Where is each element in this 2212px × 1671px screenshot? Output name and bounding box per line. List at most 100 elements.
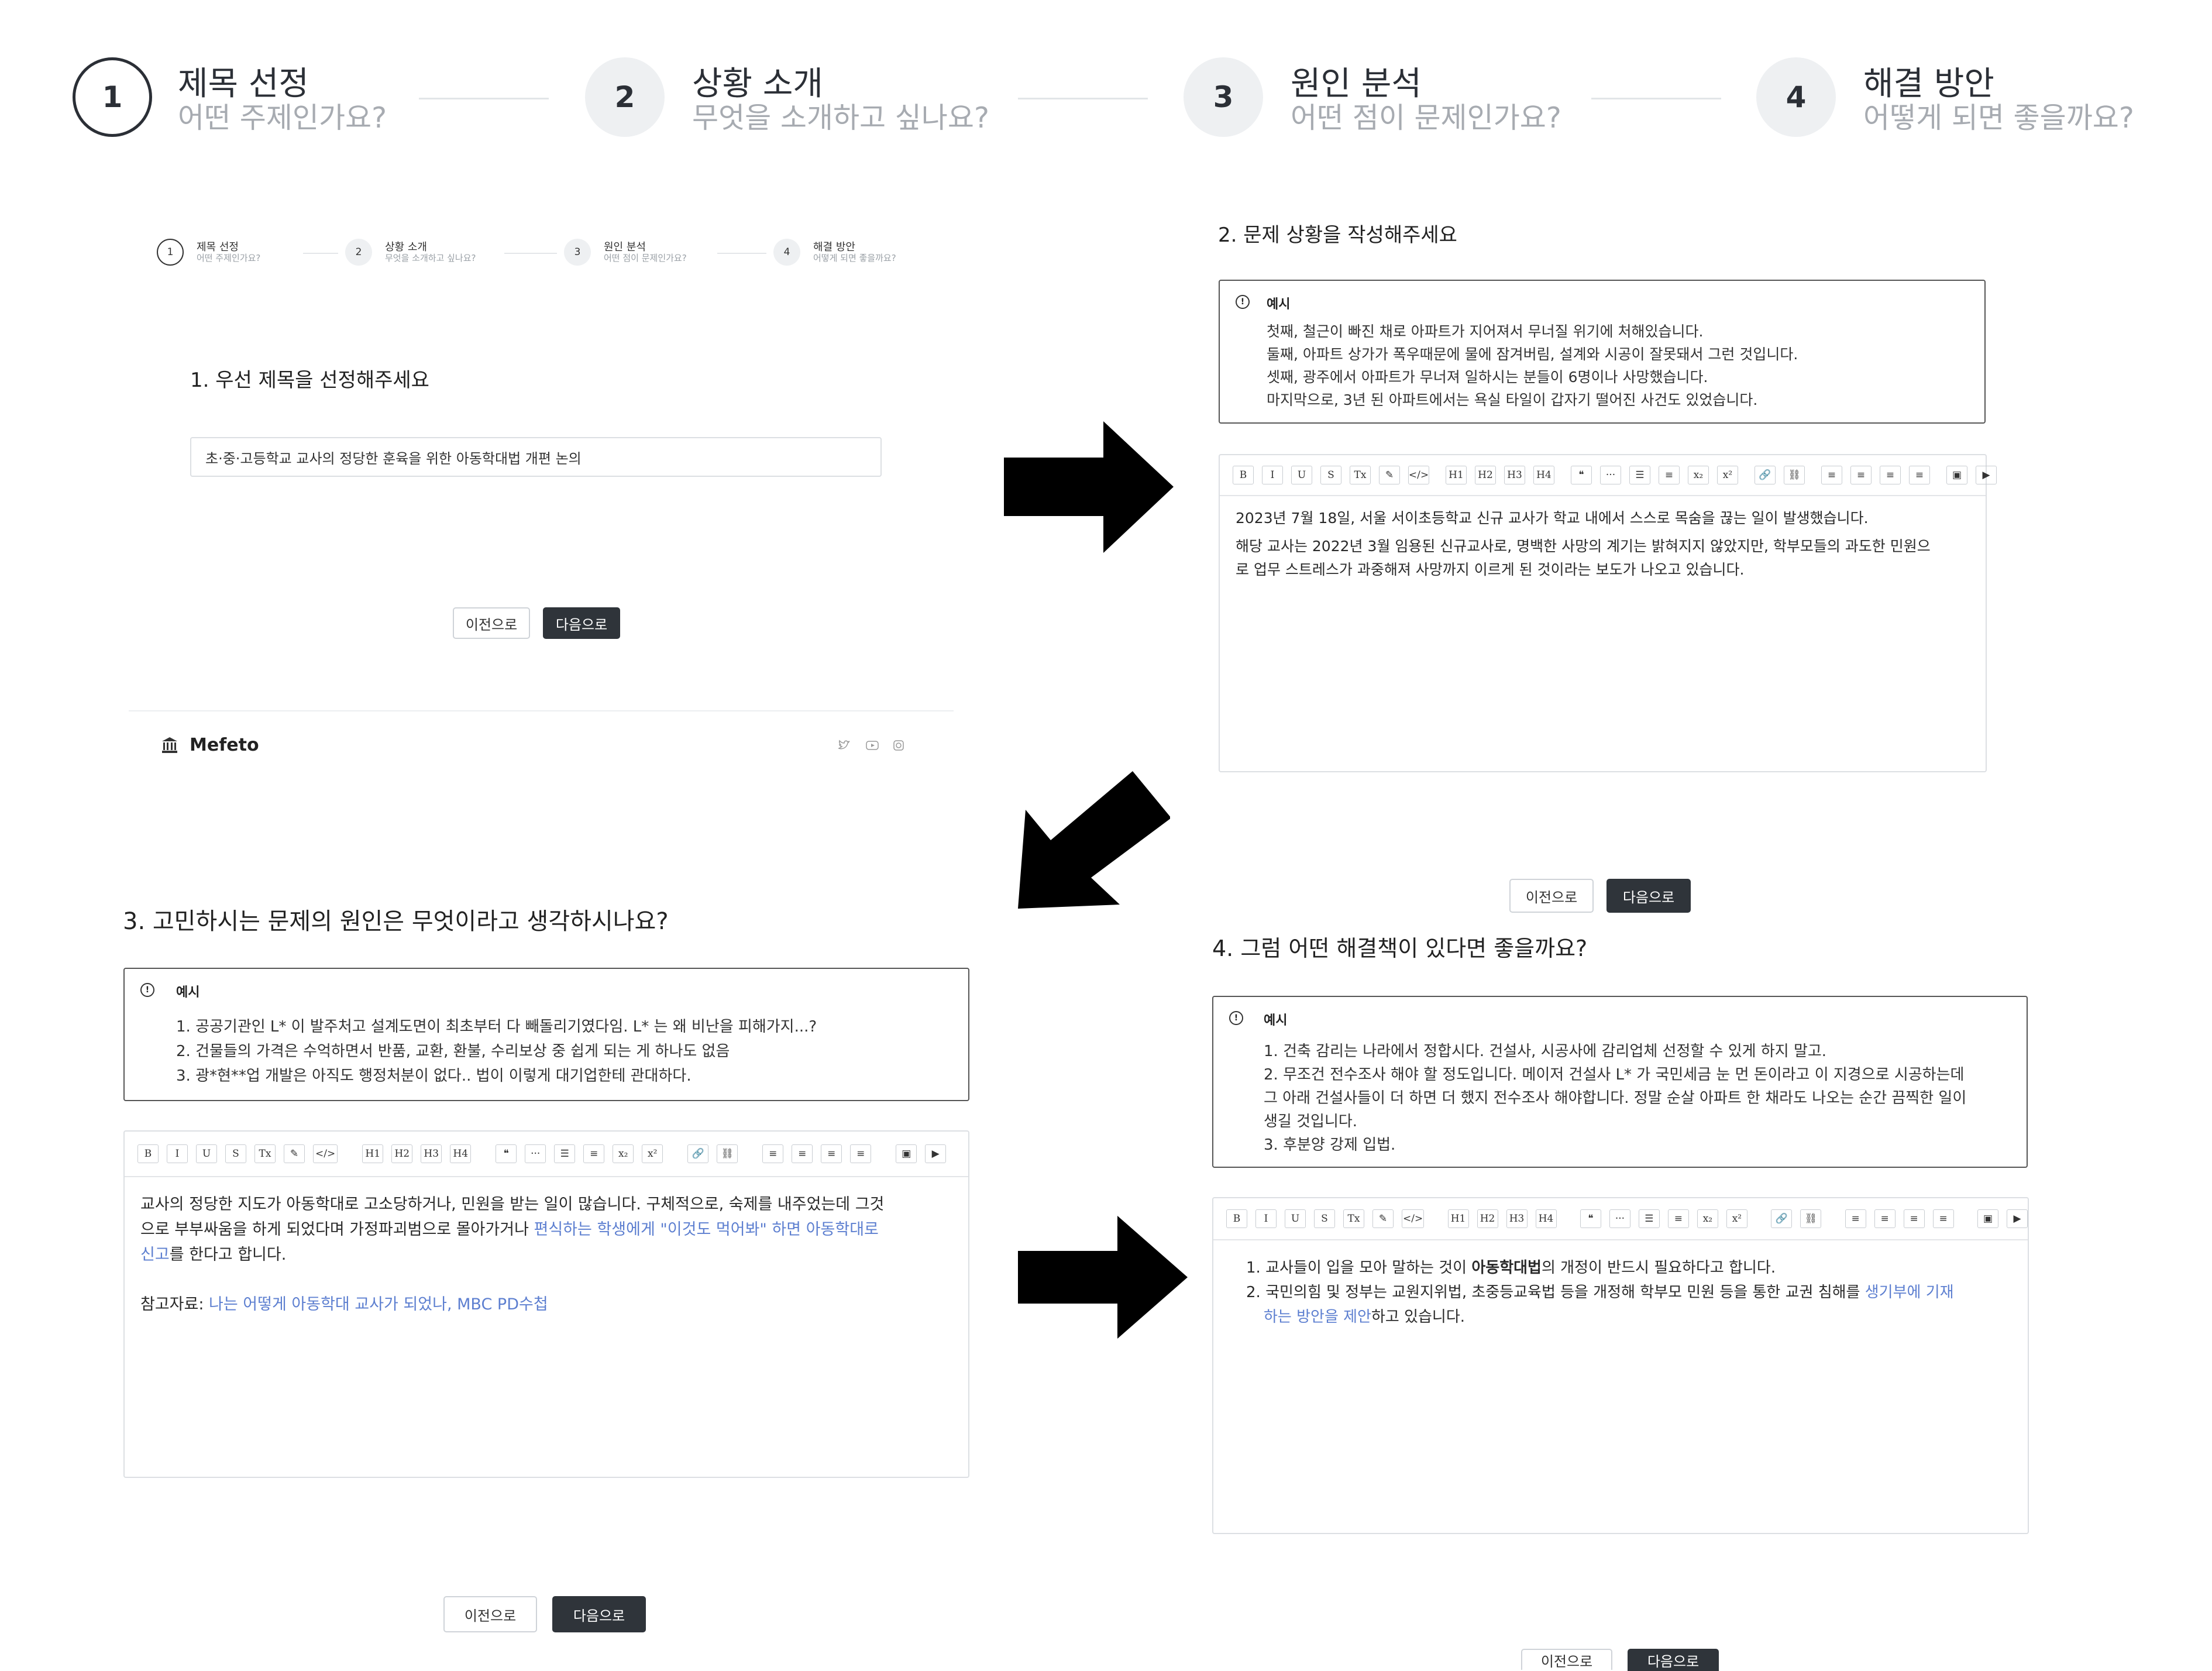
ordered-list-button[interactable]: ≡ (1667, 1209, 1689, 1228)
next-button[interactable]: 다음으로 (1606, 879, 1691, 913)
prev-button[interactable]: 이전으로 (443, 1596, 537, 1632)
editor-link[interactable]: 생기부에 기재 (1865, 1284, 1954, 1301)
bold-button[interactable]: B (1233, 466, 1254, 484)
align-justify-button[interactable]: ≡ (821, 1144, 842, 1163)
h3-button[interactable]: H3 (1506, 1209, 1528, 1228)
prev-button[interactable]: 이전으로 (1509, 879, 1594, 913)
h3-button[interactable]: H3 (421, 1144, 442, 1163)
italic-button[interactable]: I (1255, 1209, 1277, 1228)
bold-button[interactable]: B (137, 1144, 159, 1163)
code-button[interactable]: </> (313, 1144, 338, 1163)
reference-link[interactable]: 나는 어떻게 아동학대 교사가 되었나, MBC PD수첩 (209, 1295, 548, 1314)
title-input[interactable]: 초·중·고등학교 교사의 정당한 훈육을 위한 아동학대법 개편 논의 (190, 437, 882, 477)
bullet-list-button[interactable]: ☰ (1638, 1209, 1660, 1228)
h2-button[interactable]: H2 (1475, 466, 1496, 484)
h2-button[interactable]: H2 (391, 1144, 413, 1163)
code-button[interactable]: </> (1408, 466, 1429, 484)
next-button[interactable]: 다음으로 (1628, 1649, 1719, 1671)
rich-text-editor[interactable]: B I U S Tx ✎ </> H1 H2 H3 H4 ❝ ··· ☰ ≡ x₂ x² 🔗 ⛓ ≡ ≡ ≡ ≡ ▣ ▶ 1. … (1212, 1197, 2029, 1534)
divider-button[interactable]: ··· (1600, 466, 1621, 484)
unlink-button[interactable]: ⛓ (717, 1144, 738, 1163)
video-button[interactable]: ▶ (925, 1144, 947, 1163)
superscript-button[interactable]: x² (1726, 1209, 1747, 1228)
quote-button[interactable]: ❝ (496, 1144, 517, 1163)
editor-content[interactable]: 교사의 정당한 지도가 아동학대로 고소당하거나, 민원을 받는 일이 많습니다… (140, 1192, 959, 1317)
h1-button[interactable]: H1 (1446, 466, 1467, 484)
link-button[interactable]: 🔗 (1771, 1209, 1793, 1228)
link-button[interactable]: 🔗 (687, 1144, 709, 1163)
strike-button[interactable]: S (225, 1144, 246, 1163)
quote-button[interactable]: ❝ (1571, 466, 1592, 484)
bullet-list-button[interactable]: ☰ (554, 1144, 576, 1163)
ordered-list-button[interactable]: ≡ (1659, 466, 1680, 484)
editor-link[interactable]: 하는 방안을 제안 (1264, 1308, 1371, 1326)
editor-content[interactable]: 2023년 7월 18일, 서울 서이초등학교 신규 교사가 학교 내에서 스스… (1236, 507, 1973, 582)
video-button[interactable]: ▶ (1976, 466, 1997, 484)
align-center-button[interactable]: ≡ (792, 1144, 813, 1163)
code-button[interactable]: </> (1402, 1209, 1425, 1228)
divider-button[interactable]: ··· (1609, 1209, 1630, 1228)
bullet-list-button[interactable]: ☰ (1629, 466, 1650, 484)
strike-button[interactable]: S (1320, 466, 1341, 484)
superscript-button[interactable]: x² (642, 1144, 663, 1163)
image-button[interactable]: ▣ (1946, 466, 1967, 484)
twitter-icon[interactable] (838, 740, 851, 754)
highlight-button[interactable]: ✎ (284, 1144, 305, 1163)
subscript-button[interactable]: x₂ (613, 1144, 634, 1163)
strike-button[interactable]: S (1314, 1209, 1335, 1228)
underline-button[interactable]: U (1291, 466, 1312, 484)
example-line: 생길 것입니다. (1264, 1113, 1358, 1130)
align-right-button[interactable]: ≡ (1909, 466, 1930, 484)
align-center-button[interactable]: ≡ (1850, 466, 1872, 484)
h4-button[interactable]: H4 (1535, 1209, 1557, 1228)
rich-text-editor[interactable]: B I U S Tx ✎ </> H1 H2 H3 H4 ❝ ··· ☰ ≡ x₂ x² 🔗 ⛓ ≡ ≡ ≡ ≡ ▣ ▶ 202… (1219, 454, 1997, 772)
clear-format-button[interactable]: Tx (1343, 1209, 1364, 1228)
italic-button[interactable]: I (167, 1144, 188, 1163)
unlink-button[interactable]: ⛓ (1800, 1209, 1822, 1228)
highlight-button[interactable]: ✎ (1379, 466, 1400, 484)
prev-button[interactable]: 이전으로 (453, 607, 530, 639)
video-button[interactable]: ▶ (2007, 1209, 2028, 1228)
next-button[interactable]: 다음으로 (552, 1596, 646, 1632)
underline-button[interactable]: U (1285, 1209, 1306, 1228)
align-left-button[interactable]: ≡ (1821, 466, 1842, 484)
editor-content[interactable]: 1. 교사들이 입을 모아 말하는 것이 아동학대법의 개정이 반드시 필요하다… (1246, 1256, 2013, 1329)
align-center-button[interactable]: ≡ (1874, 1209, 1895, 1228)
ordered-list-button[interactable]: ≡ (583, 1144, 605, 1163)
subscript-button[interactable]: x₂ (1697, 1209, 1718, 1228)
align-justify-button[interactable]: ≡ (1880, 466, 1901, 484)
youtube-icon[interactable] (866, 740, 879, 753)
image-button[interactable]: ▣ (896, 1144, 917, 1163)
subscript-button[interactable]: x₂ (1688, 466, 1709, 484)
divider-button[interactable]: ··· (525, 1144, 546, 1163)
next-button[interactable]: 다음으로 (543, 607, 620, 639)
link-button[interactable]: 🔗 (1755, 466, 1776, 484)
rich-text-editor[interactable]: B I U S Tx ✎ </> H1 H2 H3 H4 ❝ ··· ☰ ≡ x₂ x² 🔗 ⛓ ≡ ≡ ≡ ≡ ▣ ▶ 교사의… (123, 1130, 969, 1478)
underline-button[interactable]: U (196, 1144, 217, 1163)
align-left-button[interactable]: ≡ (762, 1144, 784, 1163)
h4-button[interactable]: H4 (1533, 466, 1554, 484)
align-left-button[interactable]: ≡ (1845, 1209, 1866, 1228)
quote-button[interactable]: ❝ (1580, 1209, 1601, 1228)
h1-button[interactable]: H1 (362, 1144, 384, 1163)
h2-button[interactable]: H2 (1477, 1209, 1498, 1228)
h1-button[interactable]: H1 (1447, 1209, 1469, 1228)
h4-button[interactable]: H4 (450, 1144, 472, 1163)
clear-format-button[interactable]: Tx (254, 1144, 276, 1163)
highlight-button[interactable]: ✎ (1372, 1209, 1394, 1228)
image-button[interactable]: ▣ (1977, 1209, 1998, 1228)
prev-button[interactable]: 이전으로 (1521, 1649, 1612, 1670)
bold-button[interactable]: B (1226, 1209, 1247, 1228)
editor-link[interactable]: 편식하는 학생에게 "이것도 먹어봐" 하면 아동학대로 (534, 1220, 879, 1239)
italic-button[interactable]: I (1262, 466, 1283, 484)
instagram-icon[interactable] (893, 740, 904, 754)
h3-button[interactable]: H3 (1504, 466, 1525, 484)
unlink-button[interactable]: ⛓ (1784, 466, 1805, 484)
editor-text: 하고 있습니다. (1371, 1308, 1466, 1326)
align-right-button[interactable]: ≡ (850, 1144, 872, 1163)
clear-format-button[interactable]: Tx (1350, 466, 1371, 484)
editor-link[interactable]: 신고 (140, 1246, 170, 1264)
superscript-button[interactable]: x² (1717, 466, 1738, 484)
align-right-button[interactable]: ≡ (1932, 1209, 1954, 1228)
align-justify-button[interactable]: ≡ (1903, 1209, 1925, 1228)
